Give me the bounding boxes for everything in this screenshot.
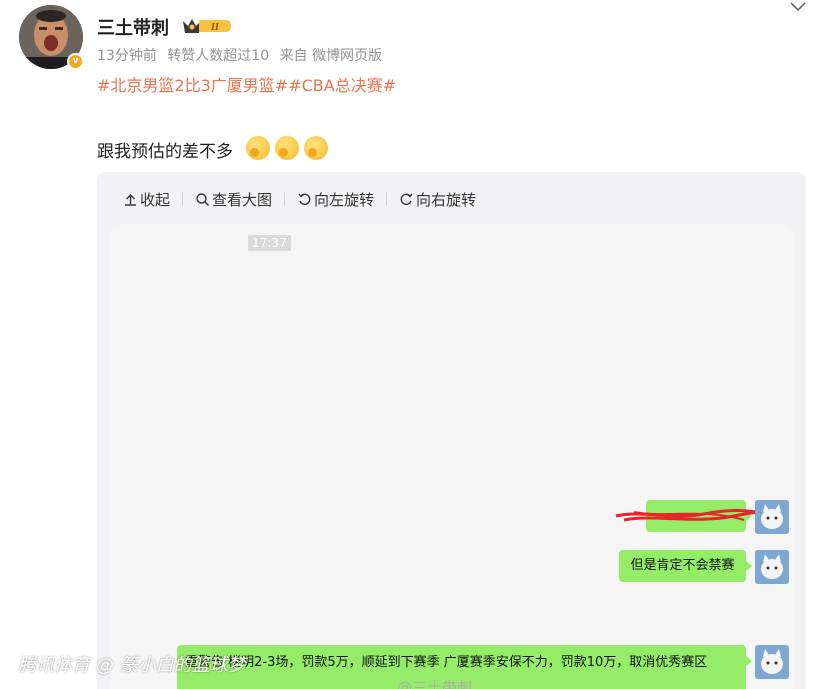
view-large-button[interactable]: 查看大图 [195, 189, 272, 210]
rotate-left-button[interactable]: 向左旋转 [297, 189, 374, 210]
image-viewer: 收起 查看大图 向左旋转 向右旋转 17:37 但是肯定不会禁赛 重警告 楼明2… [97, 172, 806, 689]
cat-avatar-icon [755, 645, 789, 679]
vip-crown-icon[interactable]: II [181, 15, 233, 37]
thinking-emoji-icon [246, 136, 270, 160]
rotate-right-icon [400, 193, 413, 205]
repost-count: 转赞人数超过10 [167, 48, 270, 64]
cat-avatar-icon [755, 550, 789, 584]
verified-badge: v [67, 53, 84, 70]
hashtag-link[interactable]: #北京男篮2比3广厦男篮# [97, 76, 288, 95]
emoji-row [246, 136, 328, 160]
view-large-label: 查看大图 [212, 190, 273, 209]
cat-avatar-icon [755, 500, 789, 534]
thinking-emoji-icon [275, 136, 299, 160]
search-icon [196, 192, 210, 206]
toolbar-divider [284, 192, 286, 206]
rotate-right-label: 向右旋转 [416, 190, 477, 209]
thinking-emoji-icon [304, 136, 328, 160]
chat-avatar [755, 645, 789, 679]
weibo-watermark: @三土带刺 [397, 679, 473, 689]
post-time[interactable]: 13分钟前 [97, 48, 157, 64]
chat-bubble: 但是肯定不会禁赛 [619, 550, 752, 582]
arrow-up-icon [125, 193, 136, 206]
weibo-post: v 三土带刺 II 13分钟前 转赞人数超过10 来自 微博网页版 #北京男篮2… [0, 0, 828, 689]
chat-avatar [755, 500, 789, 534]
image-toolbar: 收起 查看大图 向左旋转 向右旋转 [123, 188, 476, 210]
username[interactable]: 三土带刺 [97, 14, 169, 40]
post-source: 来自 微博网页版 [279, 48, 383, 64]
post-meta: 13分钟前 转赞人数超过10 来自 微博网页版 [97, 45, 388, 65]
chat-screenshot[interactable]: 17:37 但是肯定不会禁赛 重警告 楼明2-3场，罚款5万，顺延到下赛季 广厦… [110, 224, 793, 689]
chevron-down-icon[interactable] [787, 0, 809, 14]
post-text: 跟我预估的差不多 [97, 142, 233, 162]
hashtag-link[interactable]: #CBA总决赛# [288, 76, 396, 95]
collapse-button[interactable]: 收起 [123, 189, 170, 210]
vip-level: II [210, 22, 220, 33]
rotate-left-icon [298, 193, 311, 205]
rotate-right-button[interactable]: 向右旋转 [399, 189, 476, 210]
chat-avatar [755, 550, 789, 584]
hashtags: #北京男篮2比3广厦男篮##CBA总决赛# [97, 72, 396, 96]
toolbar-divider [182, 192, 184, 206]
rotate-left-label: 向左旋转 [314, 190, 375, 209]
watermark-text: 腾讯体育 @ 篆小白的篮球梦 [18, 655, 246, 676]
toolbar-divider [386, 192, 388, 206]
chat-timestamp: 17:37 [248, 235, 291, 251]
collapse-label: 收起 [140, 190, 171, 209]
